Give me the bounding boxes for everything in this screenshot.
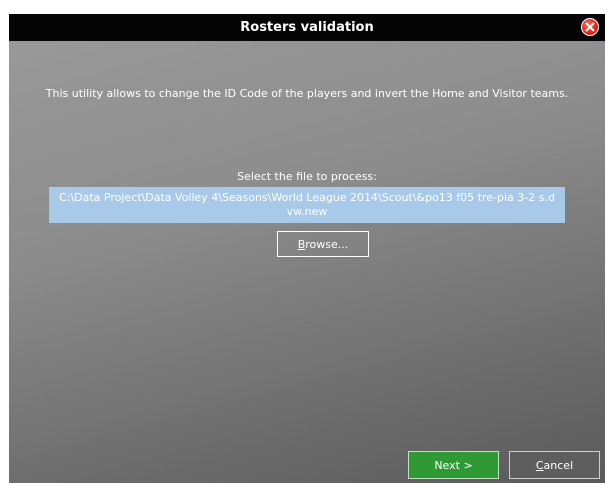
cancel-button[interactable]: Cancel: [509, 451, 600, 479]
select-file-label: Select the file to process:: [237, 170, 377, 183]
browse-label: rowse...: [305, 237, 349, 251]
description-text: This utility allows to change the ID Cod…: [45, 87, 569, 100]
close-button[interactable]: [581, 18, 599, 36]
cancel-label: ancel: [543, 458, 574, 472]
file-path-value: C:\Data Project\Data Volley 4\Seasons\Wo…: [59, 191, 555, 218]
browse-mnemonic: B: [297, 237, 306, 251]
dialog-title: Rosters validation: [240, 20, 374, 35]
close-icon: [585, 22, 595, 32]
browse-button[interactable]: Browse...: [277, 231, 369, 257]
next-label: Next >: [434, 458, 473, 472]
title-bar: Rosters validation: [9, 14, 605, 41]
file-path-field[interactable]: C:\Data Project\Data Volley 4\Seasons\Wo…: [49, 187, 565, 223]
rosters-validation-dialog: Rosters validation This utility allows t…: [9, 14, 605, 483]
next-button[interactable]: Next >: [408, 451, 499, 479]
cancel-mnemonic: C: [535, 458, 544, 472]
